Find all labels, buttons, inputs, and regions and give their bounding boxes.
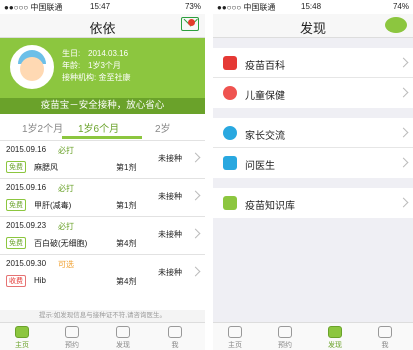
status-bar: ●●○○○ 中国联通 15:48 74% bbox=[213, 0, 413, 14]
price-badge: 免费 bbox=[6, 161, 26, 173]
chat-bubble-icon[interactable] bbox=[385, 17, 407, 33]
chevron-right-icon bbox=[398, 197, 409, 208]
carrier-label: ●●○○○ 中国联通 bbox=[4, 3, 63, 12]
tab-home[interactable]: 主页 bbox=[2, 326, 42, 350]
tab-bar: 主页 预约 发现 我 bbox=[0, 322, 205, 350]
chevron-right-icon bbox=[190, 228, 201, 239]
menu-group: 疫苗百科 儿童保健 bbox=[213, 48, 413, 108]
menu-group: 家长交流 问医生 bbox=[213, 118, 413, 178]
chevron-right-icon bbox=[190, 152, 201, 163]
slogan-banner: 疫苗宝－安全接种，放心省心 bbox=[0, 98, 205, 114]
menu-vaccine-knowledge[interactable]: 疫苗知识库 bbox=[213, 188, 413, 218]
menu-ask-doctor[interactable]: 问医生 bbox=[213, 148, 413, 178]
bell-icon bbox=[65, 326, 79, 338]
vaccine-row[interactable]: 2015.09.16 必打 免费 麻腮风 第1剂 未接种 bbox=[0, 140, 205, 178]
tab-age-2[interactable]: 1岁6个月 bbox=[78, 120, 119, 135]
age-tabs: 1岁2个月 1岁6个月 2岁 bbox=[0, 114, 205, 140]
tab-indicator bbox=[62, 136, 142, 139]
age-row: 年龄: 1岁3个月 bbox=[62, 61, 121, 70]
nav-bar: 发现 bbox=[213, 14, 413, 38]
home-icon bbox=[228, 326, 242, 338]
doctor-icon bbox=[223, 156, 237, 170]
tab-discover[interactable]: 发现 bbox=[103, 326, 143, 350]
person-icon bbox=[168, 326, 182, 338]
right-screen: ●●○○○ 中国联通 15:48 74% 发现 疫苗百科 儿童保健 家长交流 问… bbox=[213, 0, 413, 350]
clock: 15:47 bbox=[90, 2, 111, 11]
tab-me[interactable]: 我 bbox=[155, 326, 195, 350]
vaccine-row[interactable]: 2015.09.30 可选 收费 Hib 第4剂 未接种 bbox=[0, 254, 205, 292]
chevron-right-icon bbox=[190, 266, 201, 277]
hint-text: 提示:如发现信息与接种证不符,请咨询医生。 bbox=[0, 310, 205, 322]
profile-card[interactable]: 生日: 2014.03.16 年龄: 1岁3个月 接种机构: 金至社康 bbox=[0, 38, 205, 98]
chevron-right-icon bbox=[398, 127, 409, 138]
pill-icon bbox=[223, 86, 237, 100]
nav-bar: 依依 bbox=[0, 14, 205, 38]
chevron-right-icon bbox=[398, 57, 409, 68]
chevron-right-icon bbox=[398, 157, 409, 168]
tab-home[interactable]: 主页 bbox=[215, 326, 255, 350]
vaccine-row[interactable]: 2015.09.16 必打 免费 甲肝(减毒) 第1剂 未接种 bbox=[0, 178, 205, 216]
person-icon bbox=[378, 326, 392, 338]
battery-label: 73% bbox=[184, 2, 201, 11]
price-badge: 免费 bbox=[6, 237, 26, 249]
price-badge: 收费 bbox=[6, 275, 26, 287]
carrier-label: ●●○○○ 中国联通 bbox=[217, 3, 276, 12]
menu-parent-forum[interactable]: 家长交流 bbox=[213, 118, 413, 148]
menu-group: 疫苗知识库 bbox=[213, 188, 413, 218]
home-icon bbox=[15, 326, 29, 338]
org-row: 接种机构: 金至社康 bbox=[62, 73, 131, 82]
chat-icon bbox=[116, 326, 130, 338]
chart-icon bbox=[223, 196, 237, 210]
tab-age-3[interactable]: 2岁 bbox=[155, 120, 171, 135]
price-badge: 免费 bbox=[6, 199, 26, 211]
battery-label: 74% bbox=[392, 2, 409, 11]
status-bar: ●●○○○ 中国联通 15:47 73% bbox=[0, 0, 205, 14]
page-title: 发现 bbox=[299, 21, 326, 36]
mail-icon[interactable] bbox=[181, 17, 199, 31]
left-screen: ●●○○○ 中国联通 15:47 73% 依依 生日: 2014.03.16 年龄… bbox=[0, 0, 205, 350]
people-icon bbox=[223, 126, 237, 140]
tab-age-1[interactable]: 1岁2个月 bbox=[22, 120, 63, 135]
tab-me[interactable]: 我 bbox=[365, 326, 405, 350]
vaccine-row[interactable]: 2015.09.23 必打 免费 百白破(无细胞) 第4剂 未接种 bbox=[0, 216, 205, 254]
book-icon bbox=[223, 56, 237, 70]
avatar[interactable] bbox=[10, 45, 54, 89]
tab-appointment[interactable]: 预约 bbox=[52, 326, 92, 350]
clock: 15:48 bbox=[301, 2, 322, 11]
tab-appointment[interactable]: 预约 bbox=[265, 326, 305, 350]
chat-icon bbox=[328, 326, 342, 338]
menu-vaccine-encyclopedia[interactable]: 疫苗百科 bbox=[213, 48, 413, 78]
birthday-row: 生日: 2014.03.16 bbox=[62, 49, 129, 58]
chevron-right-icon bbox=[398, 87, 409, 98]
chevron-right-icon bbox=[190, 190, 201, 201]
notification-badge bbox=[188, 19, 195, 26]
tab-bar: 主页 预约 发现 我 bbox=[213, 322, 413, 350]
bell-icon bbox=[278, 326, 292, 338]
menu-child-care[interactable]: 儿童保健 bbox=[213, 78, 413, 108]
child-name-title[interactable]: 依依 bbox=[0, 18, 205, 37]
tab-discover[interactable]: 发现 bbox=[315, 326, 355, 350]
